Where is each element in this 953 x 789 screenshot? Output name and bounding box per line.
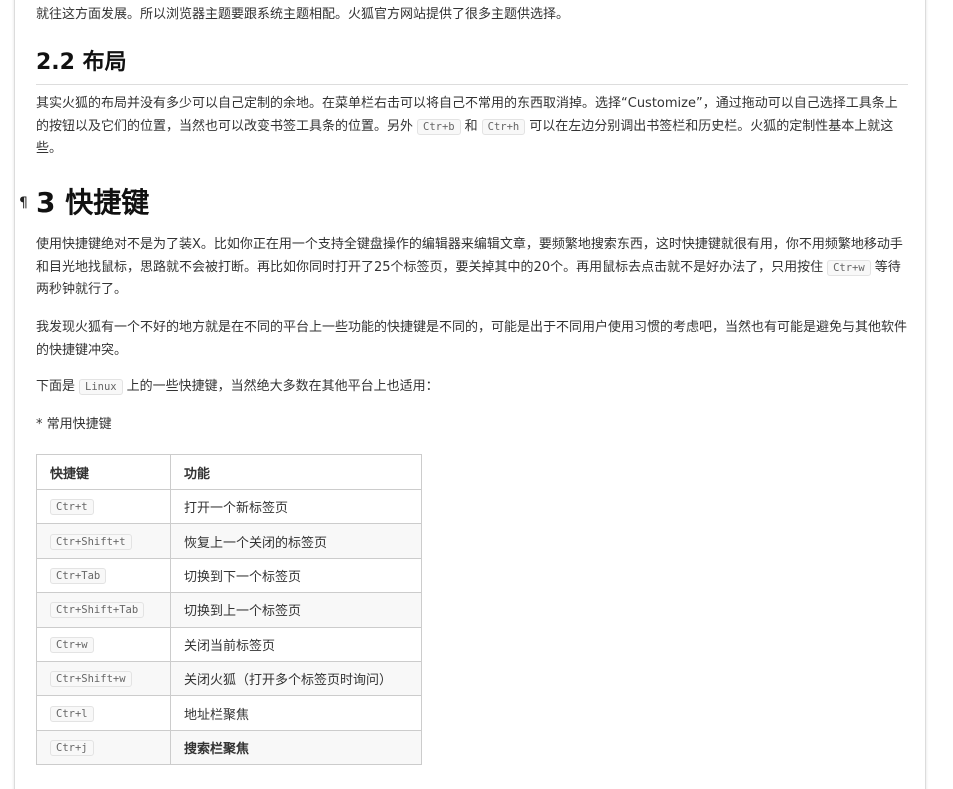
table-cell-key: Ctr+t (36, 488, 171, 525)
table-cell-key: Ctr+j (36, 729, 171, 766)
table-cell-key: Ctr+Shift+t (36, 523, 171, 559)
shortcut-code: Ctr+w (50, 636, 94, 653)
table-cell-key: Ctr+l (36, 695, 171, 731)
table-cell-action: 打开一个新标签页 (170, 488, 422, 525)
table-row: Ctr+Shift+w 关闭火狐（打开多个标签页时询问） (36, 660, 422, 697)
table-header-action: 功能 (170, 454, 422, 490)
table-cell-key: Ctr+Shift+w (36, 660, 171, 697)
inline-code-ctrl-h: Ctr+h (481, 118, 526, 135)
table-cell-action: 地址栏聚焦 (170, 695, 422, 731)
table-cell-action: 切换到下一个标签页 (170, 557, 422, 594)
shortcuts-paragraph-2: 我发现火狐有一个不好的地方就是在不同的平台上一些功能的快捷键是不同的，可能是出于… (36, 320, 908, 358)
table-cell-action: 搜索栏聚焦 (170, 729, 422, 766)
shortcut-code: Ctr+l (50, 705, 94, 722)
inline-code-ctrl-b: Ctr+b (417, 118, 461, 135)
table-cell-key: Ctr+Shift+Tab (36, 592, 171, 628)
table-cell-key: Ctr+Tab (36, 557, 171, 594)
shortcut-code: Ctr+Tab (50, 567, 107, 584)
table-row: Ctr+Shift+t 恢复上一个关闭的标签页 (36, 523, 422, 559)
shortcuts-p3-text-2: 上的一些快捷键，当然绝大多数在其他平台上也适用： (126, 379, 439, 394)
table-row: Ctr+Tab 切换到下一个标签页 (36, 557, 422, 594)
shortcuts-paragraph-3: 下面是 Linux 上的一些快捷键，当然绝大多数在其他平台上也适用： (36, 376, 908, 399)
shortcut-code: Ctr+Shift+Tab (50, 602, 145, 619)
document-page: 就往这方面发展。所以浏览器主题要跟系统主题相配。火狐官方网站提供了很多主题供选择… (14, 0, 926, 789)
table-row: Ctr+w 关闭当前标签页 (36, 626, 422, 662)
layout-text-2: 和 (464, 118, 478, 134)
shortcut-table: 快捷键 功能 Ctr+t 打开一个新标签页 Ctr+Shift+t 恢复上一个关… (36, 454, 422, 766)
intro-paragraph: 就往这方面发展。所以浏览器主题要跟系统主题相配。火狐官方网站提供了很多主题供选择… (36, 7, 570, 22)
shortcuts-p1-text-1: 使用快捷键绝对不是为了装X。比如你正在用一个支持全键盘操作的编辑器来编辑文章，要… (36, 237, 903, 275)
shortcut-code: Ctr+Shift+w (50, 671, 132, 688)
table-cell-action: 关闭火狐（打开多个标签页时询问） (170, 660, 422, 697)
shortcut-code: Ctr+j (50, 739, 94, 756)
table-cell-action: 切换到上一个标签页 (170, 592, 422, 628)
table-cell-key: Ctr+w (36, 626, 171, 662)
inline-code-linux: Linux (79, 379, 123, 395)
table-cell-action: 恢复上一个关闭的标签页 (170, 523, 422, 559)
shortcuts-paragraph-1: 使用快捷键绝对不是为了装X。比如你正在用一个支持全键盘操作的编辑器来编辑文章，要… (36, 234, 908, 302)
table-row: Ctr+Shift+Tab 切换到上一个标签页 (36, 592, 422, 628)
table-header-row: 快捷键 功能 (36, 454, 422, 490)
shortcuts-list-label: * 常用快捷键 (36, 417, 112, 432)
heading-anchor-link[interactable]: ¶ (19, 195, 28, 211)
table-header-key: 快捷键 (36, 454, 171, 490)
shortcuts-p3-text-1: 下面是 (36, 379, 76, 394)
section-heading-shortcuts: 3 快捷键 (36, 186, 150, 219)
section-heading-layout: 2.2 布局 (36, 46, 908, 85)
table-cell-action: 关闭当前标签页 (170, 626, 422, 662)
inline-code-ctrl-w: Ctr+w (827, 259, 871, 276)
shortcut-code: Ctr+Shift+t (50, 533, 132, 550)
table-row: Ctr+l 地址栏聚焦 (36, 695, 422, 731)
table-row: Ctr+t 打开一个新标签页 (36, 488, 422, 525)
layout-paragraph: 其实火狐的布局并没有多少可以自己定制的余地。在菜单栏右击可以将自己不常用的东西取… (36, 93, 908, 161)
shortcut-code: Ctr+t (50, 499, 94, 516)
table-row: Ctr+j 搜索栏聚焦 (36, 729, 422, 766)
